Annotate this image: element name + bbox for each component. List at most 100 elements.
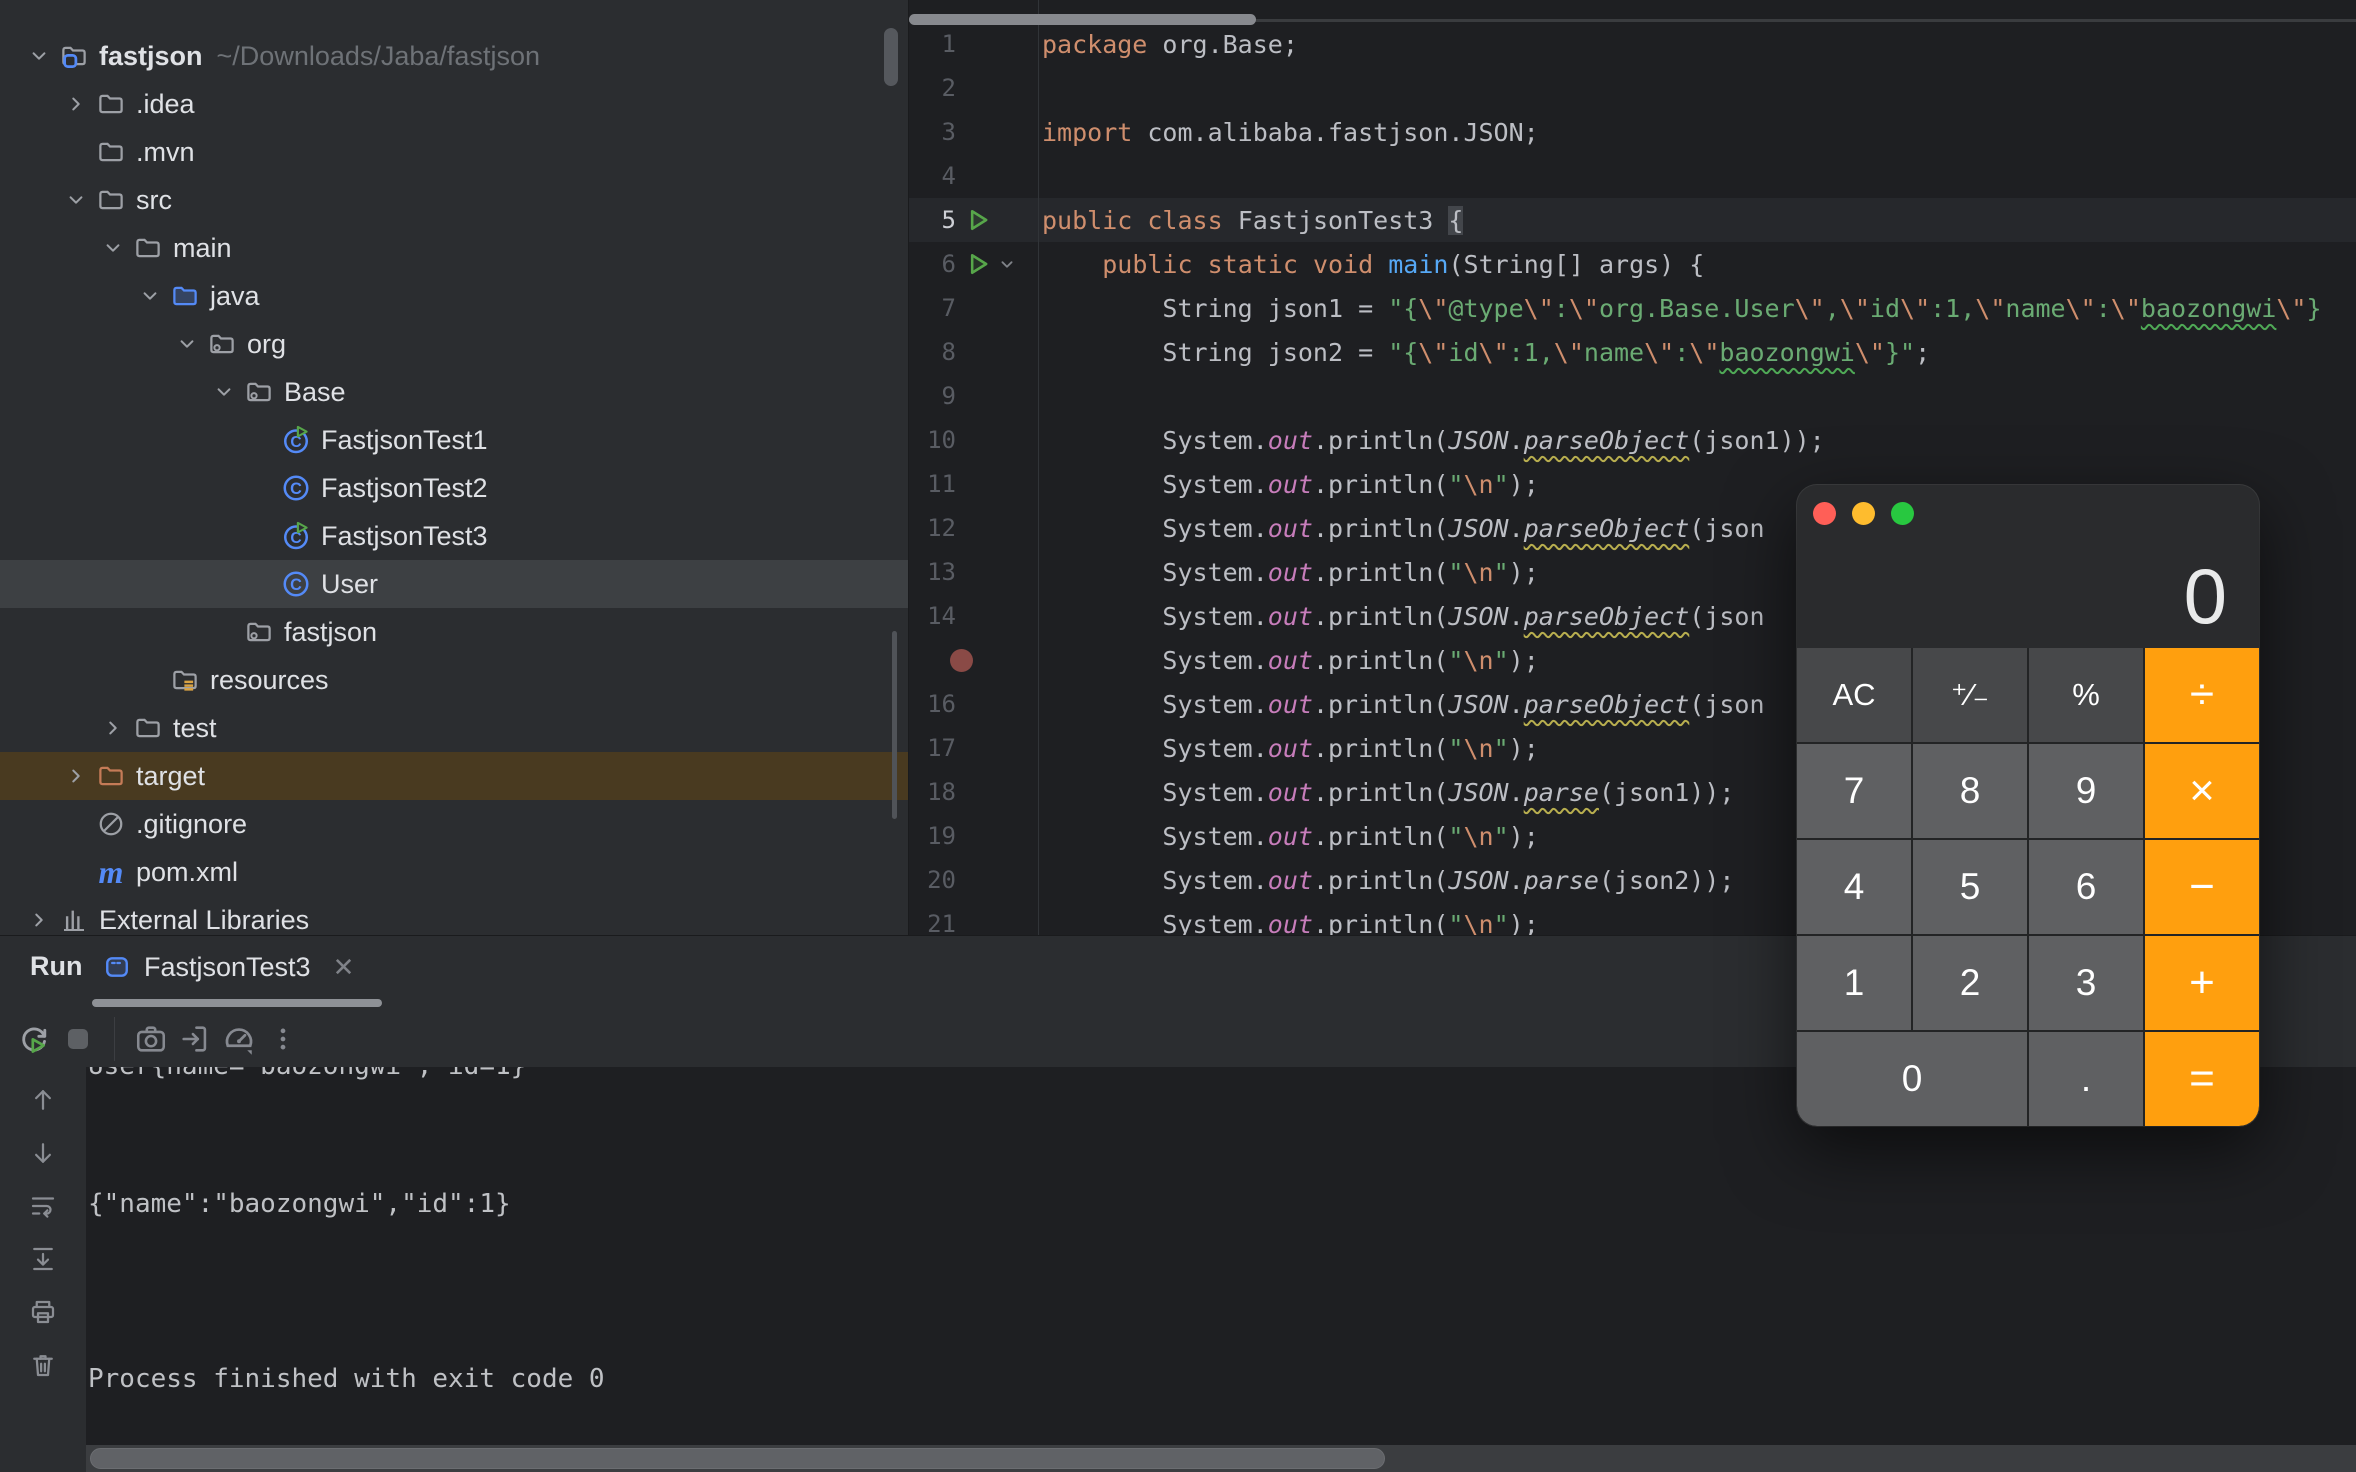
close-icon[interactable]: ✕ (333, 952, 355, 983)
scroll-to-end-icon[interactable] (23, 1239, 63, 1279)
folder-resources-icon (169, 664, 201, 696)
calc-key-[interactable]: − (2145, 840, 2259, 934)
calc-key-[interactable]: % (2029, 648, 2143, 742)
code-text: package org.Base; (1038, 30, 1298, 59)
code-line-7[interactable]: 7 String json1 = "{\"@type\":\"org.Base.… (909, 286, 2356, 330)
calculator-titlebar[interactable] (1797, 485, 2259, 541)
tree-item-label: FastjsonTest3 (321, 521, 488, 552)
close-traffic-light[interactable] (1813, 502, 1836, 525)
tree-item-fastjsontest3[interactable]: CFastjsonTest3 (0, 512, 908, 560)
tree-item-resources[interactable]: resources (0, 656, 908, 704)
tree-item-target[interactable]: target (0, 752, 908, 800)
tree-scrollbar-line[interactable] (892, 631, 897, 819)
tree-item-fastjsontest2[interactable]: CFastjsonTest2 (0, 464, 908, 512)
calc-key-[interactable]: ÷ (2145, 648, 2259, 742)
chevron-down-icon[interactable] (98, 233, 128, 263)
calc-key-2[interactable]: 2 (1913, 936, 2027, 1030)
calc-key-[interactable]: = (2145, 1032, 2259, 1126)
code-text: System.out.println("\n"); (1038, 558, 1539, 587)
trash-icon[interactable] (23, 1345, 63, 1385)
folder-icon (132, 232, 164, 264)
zoom-traffic-light[interactable] (1891, 502, 1914, 525)
tree-item-fastjson[interactable]: fastjson (0, 608, 908, 656)
tree-item-user[interactable]: CUser (0, 560, 908, 608)
code-line-2[interactable]: 2 (909, 66, 2356, 110)
chevron-down-icon[interactable] (172, 329, 202, 359)
chevron-down-icon[interactable] (61, 185, 91, 215)
calc-key-AC[interactable]: AC (1797, 648, 1911, 742)
calc-key-4[interactable]: 4 (1797, 840, 1911, 934)
print-icon[interactable] (23, 1292, 63, 1332)
calc-key-9[interactable]: 9 (2029, 744, 2143, 838)
calc-key-5[interactable]: 5 (1913, 840, 2027, 934)
arrow-down-icon[interactable] (23, 1133, 63, 1173)
minimize-traffic-light[interactable] (1852, 502, 1875, 525)
tree-item-base[interactable]: Base (0, 368, 908, 416)
folder-icon (95, 184, 127, 216)
line-number: 1 (909, 30, 956, 58)
code-text: public class FastjsonTest3 { (1038, 206, 1463, 235)
code-line-8[interactable]: 8 String json2 = "{\"id\":1,\"name\":\"b… (909, 330, 2356, 374)
tree-item--idea[interactable]: .idea (0, 80, 908, 128)
code-text: System.out.println(JSON.parseObject(json (1038, 690, 1765, 719)
tree-item-fastjsontest1[interactable]: CFastjsonTest1 (0, 416, 908, 464)
tree-item-java[interactable]: java (0, 272, 908, 320)
calc-key-3[interactable]: 3 (2029, 936, 2143, 1030)
calc-key-1[interactable]: 1 (1797, 936, 1911, 1030)
chevron-right-icon[interactable] (24, 905, 54, 935)
console-hscrollbar-thumb[interactable] (90, 1448, 1385, 1469)
chevron-right-icon[interactable] (61, 89, 91, 119)
calc-key-[interactable]: . (2029, 1032, 2143, 1126)
tree-item-main[interactable]: main (0, 224, 908, 272)
gauge-icon[interactable] (217, 1017, 261, 1061)
code-line-9[interactable]: 9 (909, 374, 2356, 418)
rerun-button[interactable] (12, 1017, 56, 1061)
code-line-10[interactable]: 10 System.out.println(JSON.parseObject(j… (909, 418, 2356, 462)
editor-hscrollbar-thumb[interactable] (909, 14, 1256, 25)
tree-item-external-libraries[interactable]: External Libraries (0, 896, 908, 935)
tree-item-pom-xml[interactable]: mpom.xml (0, 848, 908, 896)
camera-icon[interactable] (129, 1017, 173, 1061)
export-console-icon[interactable] (173, 1017, 217, 1061)
tree-item-label: target (136, 761, 205, 792)
code-line-3[interactable]: 3import com.alibaba.fastjson.JSON; (909, 110, 2356, 154)
tree-scrollbar-thumb[interactable] (884, 28, 898, 86)
tree-item--gitignore[interactable]: .gitignore (0, 800, 908, 848)
chevron-spacer (246, 569, 276, 599)
soft-wrap-icon[interactable] (23, 1186, 63, 1226)
tree-item--mvn[interactable]: .mvn (0, 128, 908, 176)
run-tab[interactable]: FastjsonTest3 ✕ (104, 941, 354, 993)
code-line-5[interactable]: 5public class FastjsonTest3 { (909, 198, 2356, 242)
calc-key-[interactable]: × (2145, 744, 2259, 838)
calc-key-[interactable]: ⁺⁄₋ (1913, 648, 2027, 742)
tree-item-label: .gitignore (136, 809, 247, 840)
arrow-up-icon[interactable] (23, 1080, 63, 1120)
calc-key-0[interactable]: 0 (1797, 1032, 2027, 1126)
calc-key-6[interactable]: 6 (2029, 840, 2143, 934)
chevron-right-icon[interactable] (61, 761, 91, 791)
tree-item-fastjson[interactable]: fastjson~/Downloads/Jaba/fastjson (0, 32, 908, 80)
code-line-1[interactable]: 1 package org.Base; (909, 22, 2356, 66)
chevron-down-icon[interactable] (209, 377, 239, 407)
chevron-right-icon[interactable] (98, 713, 128, 743)
stop-button[interactable] (56, 1017, 100, 1061)
tree-item-test[interactable]: test (0, 704, 908, 752)
chevron-down-icon[interactable] (24, 41, 54, 71)
chevron-down-icon[interactable] (135, 281, 165, 311)
run-line-menu-icon[interactable] (956, 250, 1038, 278)
calc-key-7[interactable]: 7 (1797, 744, 1911, 838)
calc-key-8[interactable]: 8 (1913, 744, 2027, 838)
calculator-window[interactable]: 0 AC⁺⁄₋%÷789×456−123+0.= (1797, 485, 2259, 1126)
line-number: 12 (909, 514, 956, 542)
calc-key-[interactable]: + (2145, 936, 2259, 1030)
console-output[interactable]: User{name='baozongwi', id=1} {"name":"ba… (86, 1067, 2356, 1472)
more-options-icon[interactable] (261, 1017, 305, 1061)
code-line-4[interactable]: 4 (909, 154, 2356, 198)
line-number: 18 (909, 778, 956, 806)
run-line-icon[interactable] (956, 206, 1038, 234)
code-line-6[interactable]: 6 public static void main(String[] args)… (909, 242, 2356, 286)
line-number: 21 (909, 910, 956, 935)
tree-item-src[interactable]: src (0, 176, 908, 224)
tree-item-org[interactable]: org (0, 320, 908, 368)
breakpoint-icon[interactable] (956, 649, 1038, 672)
